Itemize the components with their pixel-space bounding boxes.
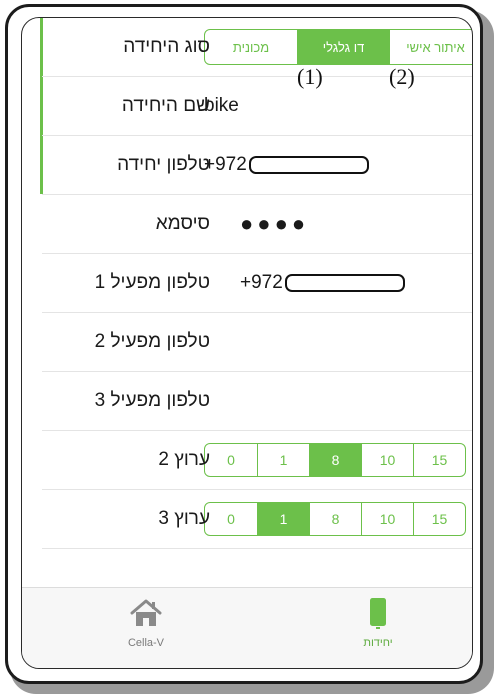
password-label: סיסמא — [155, 213, 210, 234]
unit-type-option-car[interactable]: מכונית — [205, 30, 297, 64]
channel-3-option[interactable]: 8 — [309, 503, 361, 535]
home-icon — [130, 599, 162, 626]
operator-phone-1-field[interactable]: +972 — [240, 272, 405, 294]
device-frame: מכונית דו גלגלי איתור אישי סוג היחידה (1… — [5, 4, 483, 684]
unit-type-option-two-wheeler[interactable]: דו גלגלי — [297, 30, 389, 64]
unit-phone-field[interactable]: +972 — [204, 154, 369, 176]
tab-home[interactable]: Cella-V — [86, 596, 206, 649]
unit-phone-row: +972 טלפון יחידה — [42, 136, 472, 195]
unit-name-label: שם היחידה — [121, 95, 210, 116]
tab-units-label: יחידות — [363, 637, 393, 649]
password-row: ●●●● סיסמא — [42, 195, 472, 254]
tab-bar: Cella-V יחידות — [22, 587, 472, 668]
channel-2-option-selected[interactable]: 8 — [309, 444, 361, 476]
operator-phone-2-label: טלפון מפעיל 2 — [94, 331, 210, 352]
channel-2-label: ערוץ 2 — [158, 449, 210, 470]
unit-phone-prefix: +972 — [204, 154, 247, 175]
channel-3-option[interactable]: 10 — [361, 503, 413, 535]
operator-phone-1-row: +972 טלפון מפעיל 1 — [42, 254, 472, 313]
channel-2-option[interactable]: 0 — [205, 444, 257, 476]
channel-3-segmented-control[interactable]: 0 1 8 10 15 — [204, 502, 466, 536]
unit-type-option-personal-tracker[interactable]: איתור אישי — [389, 30, 472, 64]
channel-2-segmented-control[interactable]: 0 1 8 10 15 — [204, 443, 466, 477]
channel-3-option[interactable]: 0 — [205, 503, 257, 535]
channel-2-option[interactable]: 15 — [413, 444, 465, 476]
channel-3-row: 0 1 8 10 15 ערוץ 3 — [42, 490, 472, 549]
tab-home-label: Cella-V — [127, 637, 165, 649]
unit-type-label: סוג היחידה — [123, 36, 210, 57]
redaction-box — [248, 155, 369, 174]
redaction-box — [284, 273, 405, 292]
operator-phone-3-row[interactable]: טלפון מפעיל 3 — [42, 372, 472, 431]
channel-2-option[interactable]: 10 — [361, 444, 413, 476]
operator-phone-2-row[interactable]: טלפון מפעיל 2 — [42, 313, 472, 372]
channel-3-label: ערוץ 3 — [158, 508, 210, 529]
operator-phone-1-label: טלפון מפעיל 1 — [94, 272, 210, 293]
channel-2-option[interactable]: 1 — [257, 444, 309, 476]
channel-3-option-selected[interactable]: 1 — [257, 503, 309, 535]
channel-3-option[interactable]: 15 — [413, 503, 465, 535]
unit-type-segmented-control[interactable]: מכונית דו גלגלי איתור אישי — [204, 29, 472, 65]
phone-icon — [370, 598, 386, 629]
tab-units[interactable]: יחידות — [318, 596, 438, 649]
unit-phone-label: טלפון יחידה — [117, 154, 210, 175]
operator-phone-1-prefix: +972 — [240, 272, 283, 293]
password-field[interactable]: ●●●● — [240, 211, 309, 237]
unit-name-row: bike שם היחידה — [42, 77, 472, 136]
channel-2-row: 0 1 8 10 15 ערוץ 2 — [42, 431, 472, 490]
operator-phone-3-label: טלפון מפעיל 3 — [94, 390, 210, 411]
app-screen: מכונית דו גלגלי איתור אישי סוג היחידה (1… — [21, 17, 473, 669]
